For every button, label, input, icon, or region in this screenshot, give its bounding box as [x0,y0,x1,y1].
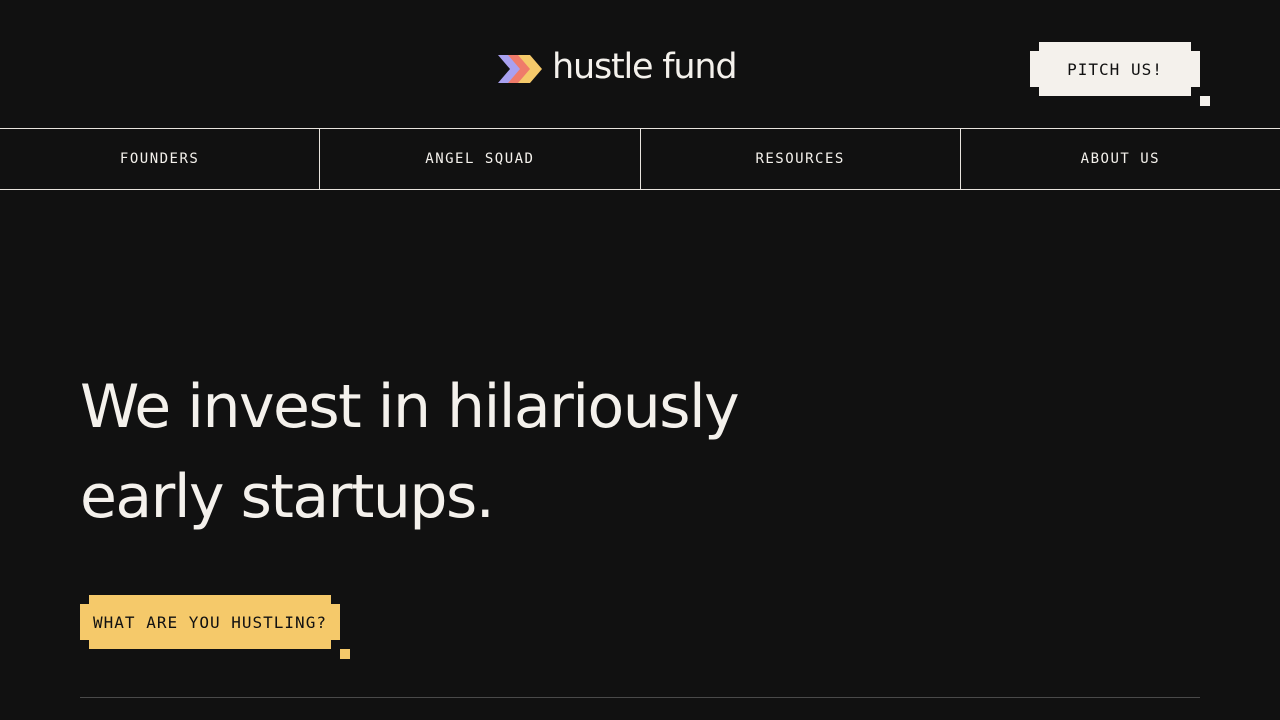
brand-name: hustle fund [552,46,738,87]
what-are-you-hustling-button[interactable]: WHAT ARE YOU HUSTLING? [80,595,350,659]
nav-item-resources[interactable]: RESOURCES [641,129,961,189]
nav-item-founders[interactable]: FOUNDERS [0,129,321,189]
hero-title: We invest in hilariously early startups. [80,362,840,542]
brand-logo[interactable]: hustle fund [496,44,738,94]
main-nav: FOUNDERS ANGEL SQUAD RESOURCES ABOUT US [0,128,1280,190]
pixel-dot-decoration [1200,96,1210,106]
section-divider [80,697,1200,698]
pitch-us-button[interactable]: PITCH US! [1030,42,1210,106]
hero-title-line-2: early startups. [80,462,495,532]
site-header: hustle fund PITCH US! [0,0,1280,128]
hustling-button-label: WHAT ARE YOU HUSTLING? [93,612,327,632]
hero-title-line-1: We invest in hilariously [80,372,740,442]
chevrons-logo-icon [498,55,542,83]
pitch-us-label: PITCH US! [1067,59,1163,79]
pixel-dot-decoration [340,649,350,659]
nav-item-angel-squad[interactable]: ANGEL SQUAD [320,129,641,189]
nav-item-about-us[interactable]: ABOUT US [961,129,1280,189]
